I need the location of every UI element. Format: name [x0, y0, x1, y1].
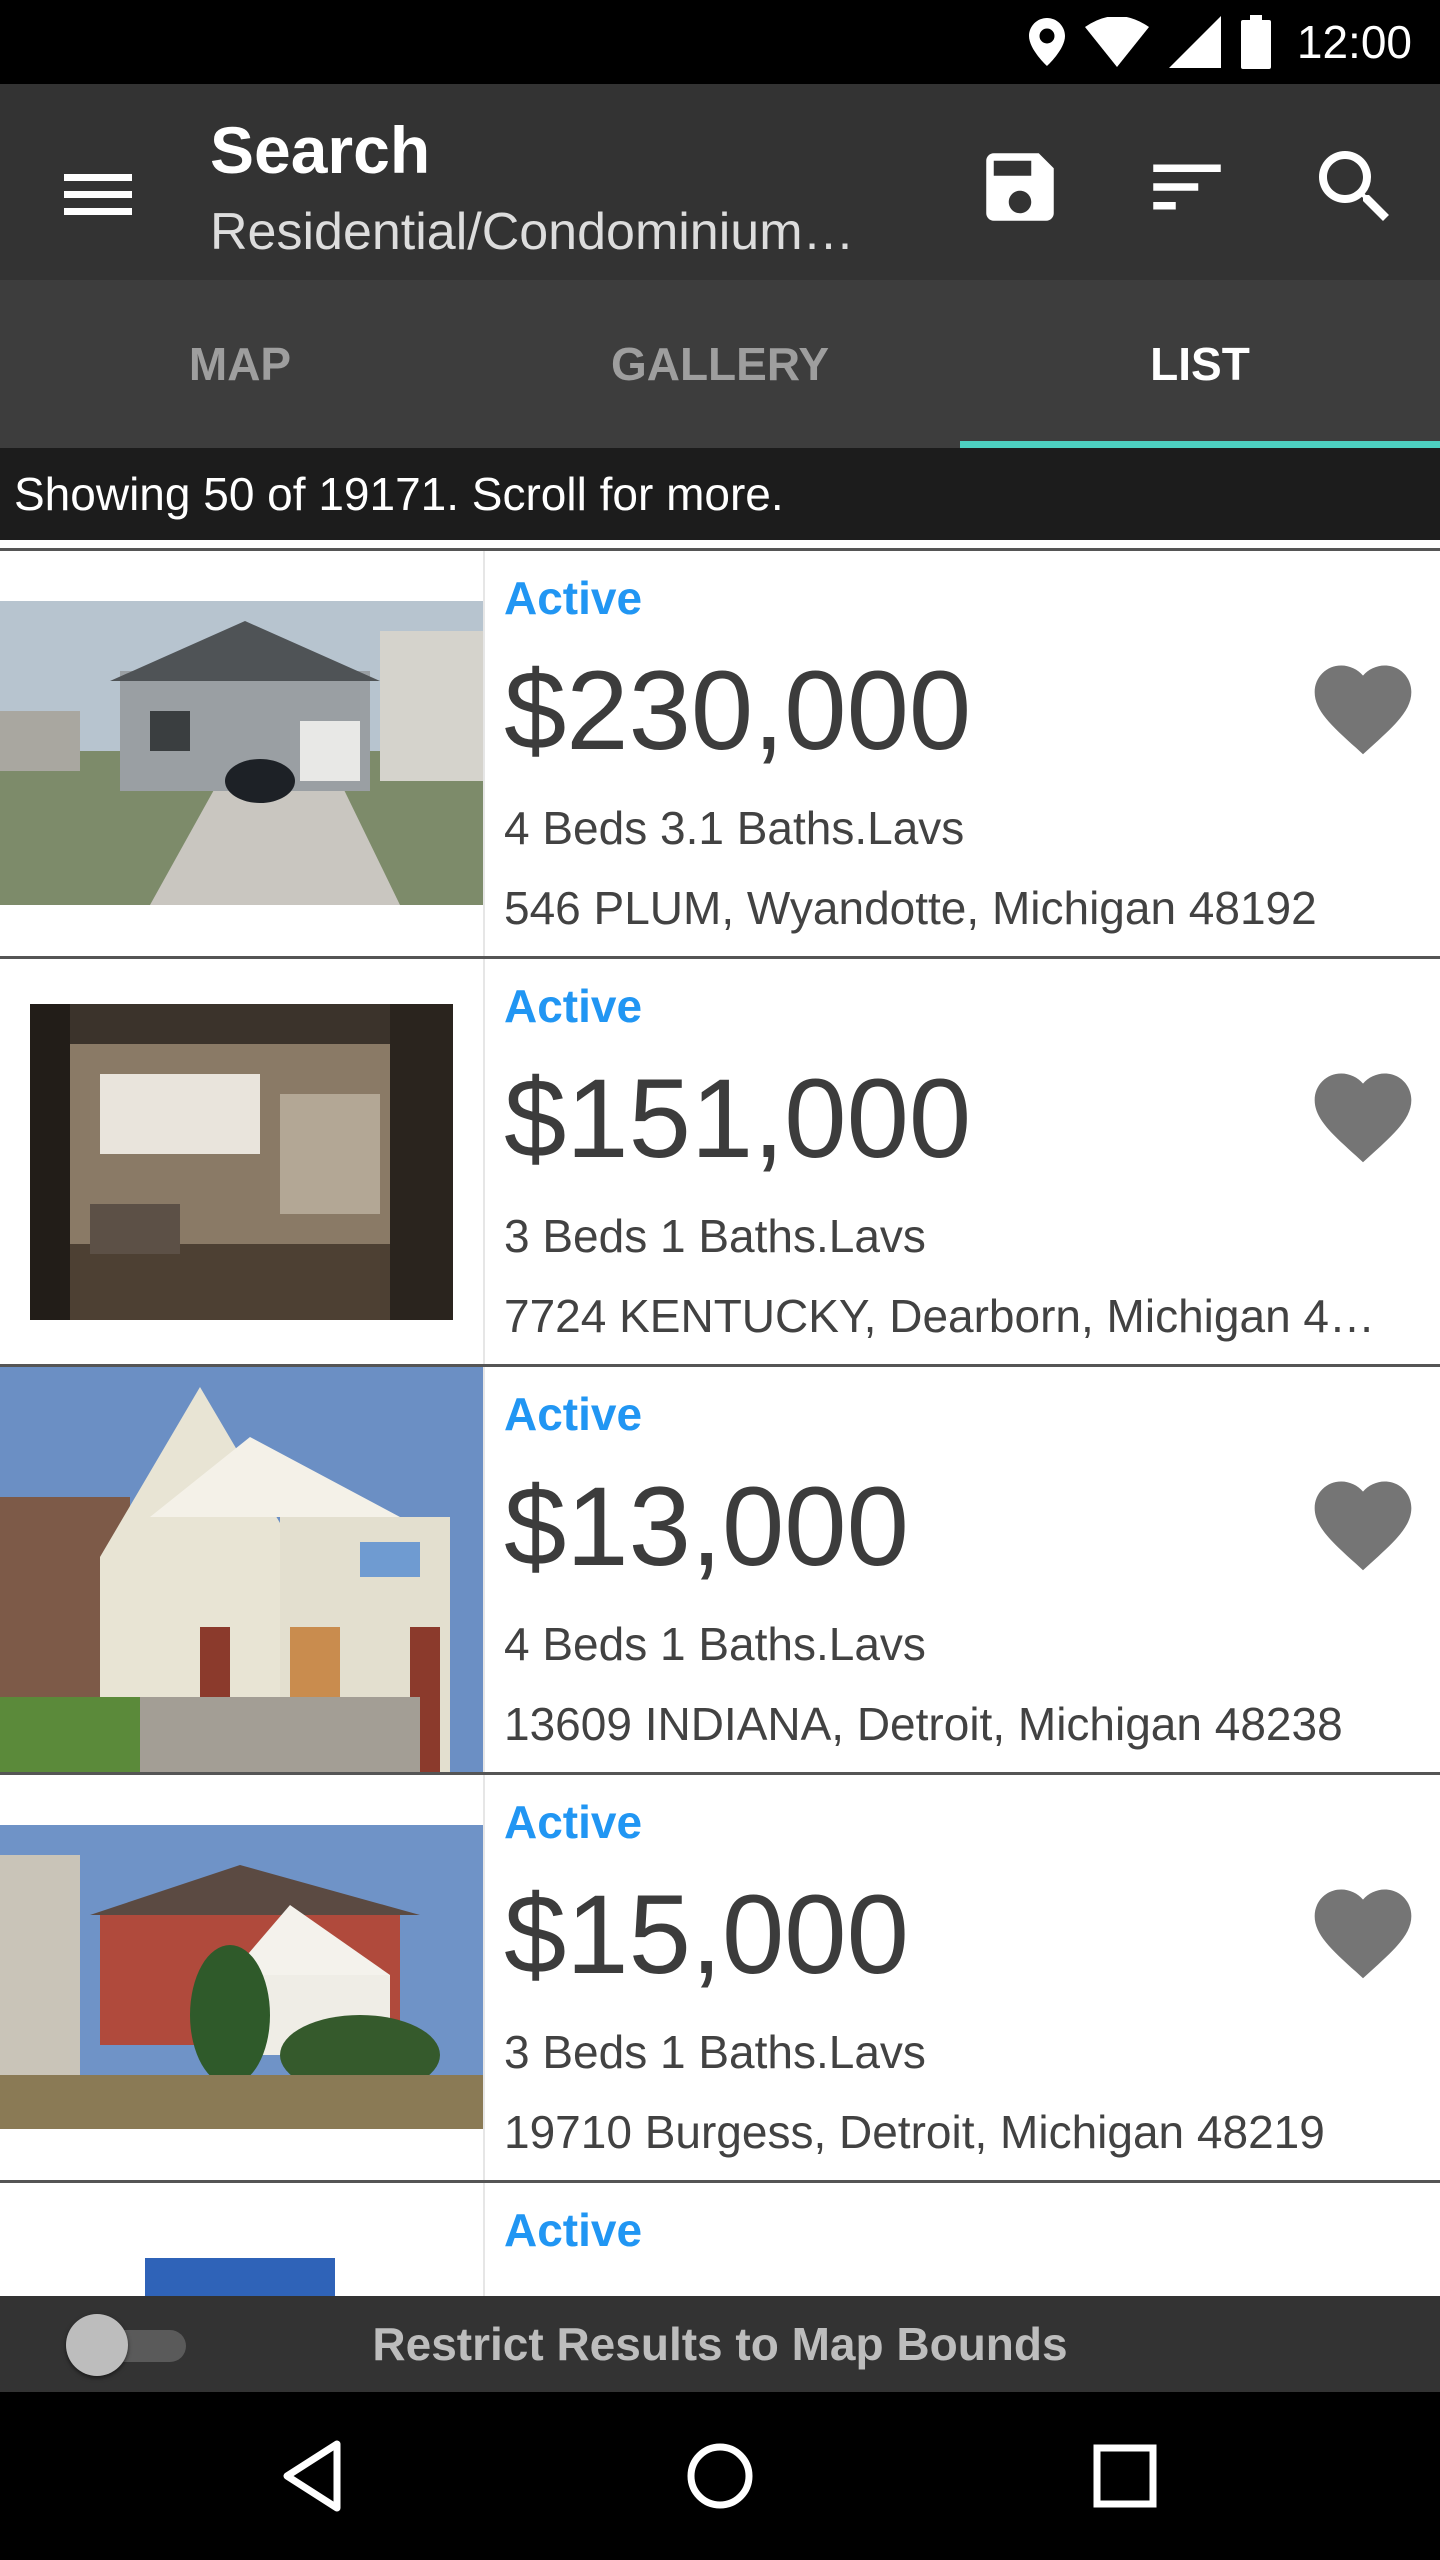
status-icons: 12:00	[1028, 0, 1412, 84]
heart-icon	[1314, 1073, 1412, 1163]
save-search-button[interactable]	[965, 132, 1075, 242]
listing-address: 7724 KENTUCKY, Dearborn, Michigan 4…	[504, 1290, 1376, 1342]
listing-photo[interactable]	[0, 1825, 483, 2129]
signal-icon	[1168, 16, 1221, 68]
listing-price: $151,000	[504, 1056, 972, 1181]
listing-beds-baths: 4 Beds 1 Baths.Lavs	[504, 1618, 926, 1670]
restrict-results-label: Restrict Results to Map Bounds	[372, 2318, 1068, 2370]
listing-address: 19710 Burgess, Detroit, Michigan 48219	[504, 2106, 1325, 2158]
tab-gallery[interactable]: GALLERY	[480, 280, 960, 448]
listing-status: Active	[504, 980, 643, 1032]
heart-icon	[1314, 1481, 1412, 1571]
favorite-button[interactable]	[1305, 1059, 1421, 1175]
toggle-thumb	[66, 2314, 128, 2376]
view-tabs: MAP GALLERY LIST	[0, 280, 1440, 448]
listing-item[interactable]: Active $15,000 3 Beds 1 Baths.Lavs 19710…	[0, 1772, 1440, 2180]
listing-price: $15,000	[504, 1872, 909, 1997]
listing-beds-baths: 3 Beds 1 Baths.Lavs	[504, 2026, 926, 2078]
listing-list[interactable]: Active $230,000 4 Beds 3.1 Baths.Lavs 54…	[0, 540, 1440, 2296]
interior-photo-image	[30, 1004, 453, 1320]
listing-item[interactable]: Active $230,000 4 Beds 3.1 Baths.Lavs 54…	[0, 548, 1440, 956]
search-icon	[1319, 151, 1389, 221]
house-photo-image	[0, 1367, 483, 1772]
favorite-button[interactable]	[1305, 1467, 1421, 1583]
house-photo-image	[0, 601, 483, 905]
listing-status: Active	[504, 2204, 643, 2256]
battery-icon	[1240, 15, 1271, 69]
listing-price: $13,000	[504, 1464, 909, 1589]
page-title: Search	[210, 113, 431, 187]
listing-photo-area	[0, 959, 485, 1364]
favorite-button[interactable]	[1305, 651, 1421, 767]
listing-photo[interactable]	[0, 1367, 483, 1772]
wifi-icon	[1084, 17, 1149, 67]
recents-square-icon	[1093, 2444, 1157, 2508]
listing-photo-area	[0, 1367, 485, 1772]
back-button[interactable]	[265, 2426, 365, 2526]
listing-photo-area	[0, 1775, 485, 2180]
sort-icon	[1153, 164, 1221, 210]
tab-map[interactable]: MAP	[0, 280, 480, 448]
heart-icon	[1314, 1889, 1412, 1979]
recents-button[interactable]	[1075, 2426, 1175, 2526]
menu-button[interactable]	[50, 146, 146, 242]
listing-photo[interactable]	[30, 1004, 453, 1320]
restrict-map-bounds-toggle[interactable]	[66, 2314, 186, 2376]
listing-photo[interactable]	[0, 601, 483, 905]
listing-beds-baths: 3 Beds 1 Baths.Lavs	[504, 1210, 926, 1262]
sort-button[interactable]	[1132, 132, 1242, 242]
search-button[interactable]	[1300, 132, 1410, 242]
listing-beds-baths: 4 Beds 3.1 Baths.Lavs	[504, 802, 965, 854]
home-circle-icon	[687, 2443, 753, 2509]
listing-status: Active	[504, 1796, 643, 1848]
heart-icon	[1314, 665, 1412, 755]
location-icon	[1028, 18, 1065, 66]
back-triangle-icon	[283, 2440, 341, 2512]
listing-status: Active	[504, 572, 643, 624]
house-photo-image	[145, 2258, 335, 2296]
listing-item[interactable]: Active $151,000 3 Beds 1 Baths.Lavs 7724…	[0, 956, 1440, 1364]
app-bar: Search Residential/Condominium…	[0, 84, 1440, 280]
listing-photo[interactable]	[145, 2258, 335, 2296]
clock: 12:00	[1296, 16, 1412, 68]
tab-list[interactable]: LIST	[960, 280, 1440, 448]
home-button[interactable]	[670, 2426, 770, 2526]
restrict-bar: Restrict Results to Map Bounds	[0, 2296, 1440, 2392]
listing-status: Active	[504, 1388, 643, 1440]
listing-price: $230,000	[504, 648, 972, 773]
status-bar: 12:00	[0, 0, 1440, 84]
favorite-button[interactable]	[1305, 1875, 1421, 1991]
listing-item[interactable]: Active	[0, 2180, 1440, 2296]
page-subtitle[interactable]: Residential/Condominium…	[210, 202, 910, 262]
listing-address: 546 PLUM, Wyandotte, Michigan 48192	[504, 882, 1317, 934]
listing-item[interactable]: Active $13,000 4 Beds 1 Baths.Lavs 13609…	[0, 1364, 1440, 1772]
save-icon	[986, 153, 1054, 221]
listing-photo-area	[0, 2183, 485, 2296]
house-photo-image	[0, 1825, 483, 2129]
results-count-bar: Showing 50 of 19171. Scroll for more.	[0, 448, 1440, 540]
hamburger-menu-icon	[64, 174, 132, 215]
listing-address: 13609 INDIANA, Detroit, Michigan 48238	[504, 1698, 1343, 1750]
listing-photo-area	[0, 551, 485, 956]
system-nav-bar	[0, 2392, 1440, 2560]
